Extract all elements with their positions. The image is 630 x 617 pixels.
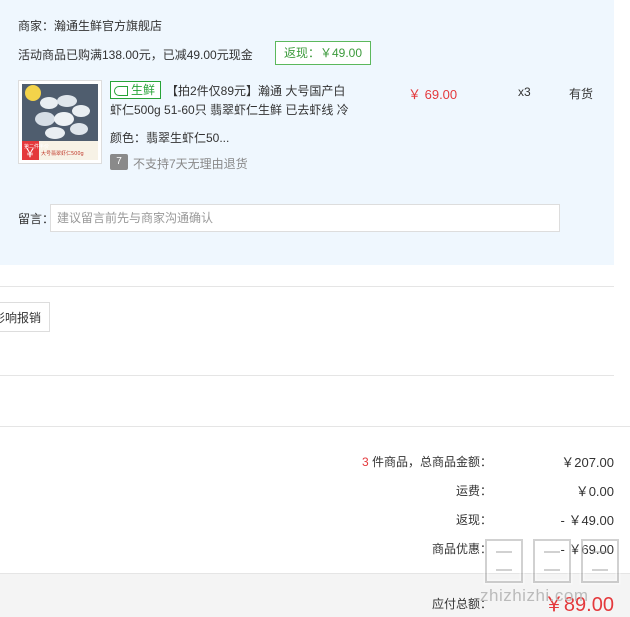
product-title-line2[interactable]: 虾仁500g 51-60只 翡翠虾仁生鲜 已去虾线 冷 <box>110 101 349 118</box>
shipping-label: 运费： <box>455 484 492 498</box>
items-count: 3 <box>361 455 369 469</box>
product-thumbnail[interactable]: ￥ 第二件半价 大号翡翠虾仁500g <box>18 80 102 164</box>
items-amount: ￥207.00 <box>561 455 614 470</box>
store-line: 商家：瀚通生鲜官方旗舰店 <box>18 17 162 34</box>
message-label: 留言： <box>18 212 55 226</box>
no-return-icon: 7 <box>110 154 128 170</box>
product-title-line1[interactable]: 【拍2件仅89元】瀚通 大号国产白 <box>166 82 345 99</box>
thumbnail-badge-text: 第二件半价 <box>24 143 49 150</box>
cashback-badge: 返现：￥49.00 <box>275 41 372 65</box>
cashback-label: 返现： <box>455 513 492 527</box>
stock-status: 有货 <box>569 87 594 101</box>
store-label: 商家： <box>18 19 55 33</box>
cashback-amount: - ￥49.00 <box>560 513 614 528</box>
divider <box>0 426 630 427</box>
thumbnail-promo-text: 大号翡翠虾仁500g <box>41 150 84 157</box>
items-label: 件商品，总商品金额： <box>368 455 492 469</box>
shipping-amount: ￥0.00 <box>575 484 614 499</box>
message-input[interactable] <box>50 204 560 232</box>
shrimp-image: ￥ 第二件半价 大号翡翠虾仁500g <box>19 81 101 163</box>
item-quantity: x3 <box>518 85 531 99</box>
divider <box>0 286 614 287</box>
fish-icon <box>114 85 128 96</box>
items-summary-label: 3 件商品，总商品金额： <box>362 453 492 470</box>
fresh-tag-label: 生鲜 <box>131 83 156 97</box>
invoice-button[interactable]: 影响报销 <box>0 302 50 332</box>
item-price: ￥ 69.00 <box>408 87 458 102</box>
divider <box>0 375 614 376</box>
fresh-tag: 生鲜 <box>110 81 162 99</box>
store-name[interactable]: 瀚通生鲜官方旗舰店 <box>54 19 162 33</box>
product-variant: 颜色：翡翠生虾仁50... <box>110 131 230 145</box>
watermark-text: zhizhizhi.com <box>480 586 589 605</box>
return-policy: 不支持7天无理由退货 <box>133 157 248 171</box>
promotion-text: 活动商品已购满138.00元，已减49.00元现金 <box>18 48 253 62</box>
